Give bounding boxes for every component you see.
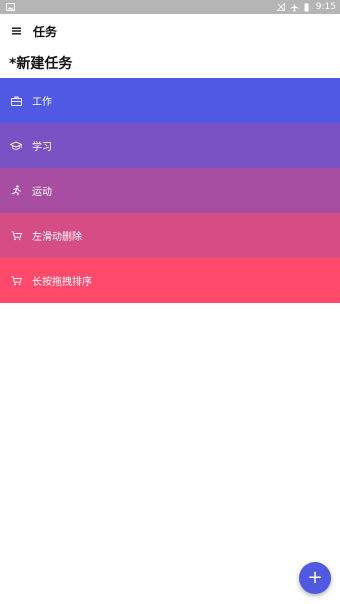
task-item-long-press-sort[interactable]: 长按拖拽排序 bbox=[0, 258, 340, 303]
status-left bbox=[6, 3, 15, 11]
task-item-study[interactable]: 学习 bbox=[0, 123, 340, 168]
task-label: 左滑动删除 bbox=[32, 232, 82, 243]
hamburger-menu-icon[interactable] bbox=[9, 14, 23, 48]
status-time: 9:15 bbox=[315, 2, 336, 12]
running-icon bbox=[10, 185, 22, 197]
status-right: 9:15 bbox=[276, 2, 336, 12]
task-label: 运动 bbox=[32, 187, 52, 198]
briefcase-icon bbox=[10, 95, 22, 107]
task-label: 学习 bbox=[32, 142, 52, 153]
page-title: 任务 bbox=[33, 24, 58, 39]
task-item-exercise[interactable]: 运动 bbox=[0, 168, 340, 213]
add-task-button[interactable]: + bbox=[299, 562, 331, 594]
battery-icon bbox=[304, 2, 309, 12]
airplane-mode-icon bbox=[290, 2, 299, 12]
new-task-heading[interactable]: *新建任务 bbox=[0, 48, 340, 78]
task-label: 长按拖拽排序 bbox=[32, 277, 92, 288]
image-notification-icon bbox=[6, 3, 15, 11]
task-item-swipe-delete[interactable]: 左滑动删除 bbox=[0, 213, 340, 258]
status-bar: 9:15 bbox=[0, 0, 340, 14]
no-signal-icon bbox=[276, 3, 285, 11]
graduation-cap-icon bbox=[10, 140, 22, 152]
shopping-cart-icon bbox=[10, 275, 22, 287]
plus-icon: + bbox=[307, 567, 323, 588]
task-list: 工作 学习 运动 左滑动删除 长按拖拽排序 bbox=[0, 78, 340, 303]
task-item-work[interactable]: 工作 bbox=[0, 78, 340, 123]
app-screen: 9:15 任务 *新建任务 工作 学习 运动 左滑动删除 长按拖拽排序 + bbox=[0, 0, 340, 604]
shopping-cart-icon bbox=[10, 230, 22, 242]
app-bar: 任务 bbox=[0, 14, 340, 48]
task-label: 工作 bbox=[32, 97, 52, 108]
